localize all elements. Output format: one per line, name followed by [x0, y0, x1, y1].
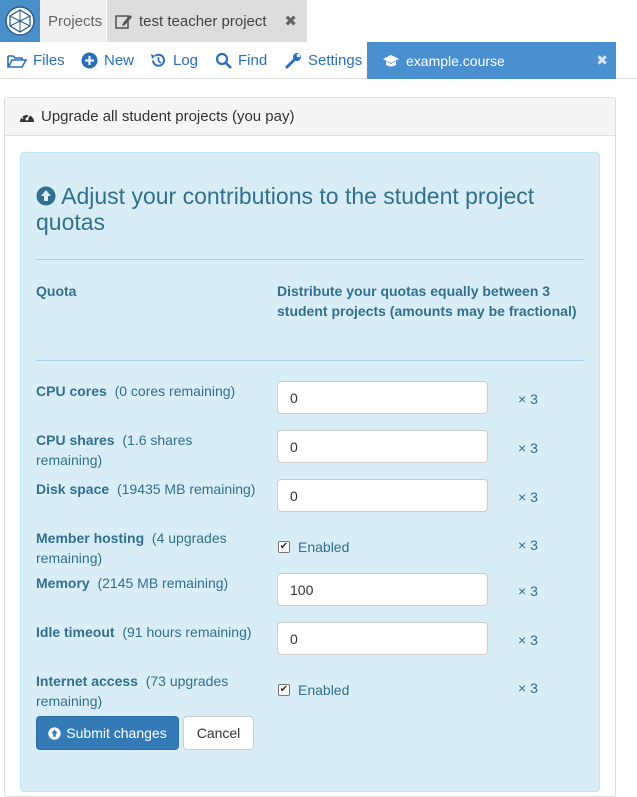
- multiplier: × 3: [518, 680, 538, 696]
- tab-projects[interactable]: Projects: [40, 0, 106, 42]
- quota-name: Disk space: [36, 481, 110, 497]
- tab-active-file[interactable]: example.course ✖: [367, 42, 616, 79]
- nav-find-label: Find: [238, 52, 268, 69]
- edit-icon: [115, 15, 132, 29]
- cocalc-logo-icon: [5, 6, 35, 36]
- nav-new[interactable]: New: [81, 42, 134, 79]
- col-quota-header: Quota: [36, 283, 77, 299]
- panel-heading-label: Upgrade all student projects (you pay): [41, 108, 295, 125]
- nav-new-label: New: [104, 52, 135, 69]
- checkbox-label: Enabled: [298, 539, 350, 555]
- internet-access-checkbox-wrap: ✔ Enabled: [278, 682, 349, 698]
- cpu-cores-input[interactable]: [277, 381, 488, 414]
- tab-project[interactable]: test teacher project ✖: [107, 0, 307, 42]
- dashboard-icon: [20, 111, 34, 122]
- close-icon[interactable]: ✖: [596, 52, 608, 69]
- quota-remaining: (19435 MB remaining): [116, 481, 256, 497]
- nav-settings[interactable]: Settings: [285, 42, 362, 79]
- graduation-cap-icon: [383, 54, 399, 66]
- quota-name: Internet access: [36, 673, 138, 689]
- quota-name: CPU shares: [36, 432, 115, 448]
- quota-name: Member hosting: [36, 530, 145, 546]
- quota-name: Memory: [36, 575, 90, 591]
- quota-label-internet-access: Internet access (73 upgrades remaining): [36, 671, 256, 711]
- plus-circle-icon: [81, 52, 98, 69]
- idle-timeout-input[interactable]: [277, 622, 488, 655]
- nav-files-label: Files: [33, 52, 65, 69]
- quota-name: CPU cores: [36, 383, 107, 399]
- form-title-text: Adjust your contributions to the student…: [36, 183, 535, 235]
- quota-remaining: (91 hours remaining): [122, 624, 252, 640]
- multiplier: × 3: [518, 583, 538, 599]
- multiplier: × 3: [518, 632, 538, 648]
- logo[interactable]: [0, 0, 40, 42]
- tab-projects-label: Projects: [48, 12, 103, 30]
- panel-heading: Upgrade all student projects (you pay): [5, 98, 615, 136]
- submit-changes-label: Submit changes: [66, 725, 167, 741]
- nav-log[interactable]: Log: [150, 42, 198, 79]
- internet-access-checkbox[interactable]: ✔: [278, 684, 290, 696]
- nav-settings-label: Settings: [308, 52, 363, 69]
- submit-changes-button[interactable]: Submit changes: [36, 716, 179, 750]
- folder-open-icon: [7, 54, 27, 68]
- multiplier: × 3: [518, 391, 538, 407]
- nav-find[interactable]: Find: [215, 42, 267, 79]
- divider: [36, 259, 585, 260]
- multiplier: × 3: [518, 537, 538, 553]
- quota-label-idle-timeout: Idle timeout (91 hours remaining): [36, 622, 256, 642]
- quota-remaining: (2145 MB remaining): [97, 575, 229, 591]
- col-distribute-header: Distribute your quotas equally between 3…: [277, 283, 577, 319]
- tab-active-file-label: example.course: [406, 52, 505, 69]
- tab-project-label: test teacher project: [139, 12, 267, 30]
- nav-files[interactable]: Files: [7, 42, 65, 79]
- disk-space-input[interactable]: [277, 479, 488, 512]
- checkbox-label: Enabled: [298, 682, 350, 698]
- quota-label-member-hosting: Member hosting (4 upgrades remaining): [36, 528, 256, 568]
- wrench-icon: [285, 53, 301, 69]
- top-bar: Projects test teacher project ✖: [0, 0, 637, 42]
- quota-label-cpu-cores: CPU cores (0 cores remaining): [36, 381, 256, 401]
- cancel-button[interactable]: Cancel: [183, 716, 254, 750]
- history-icon: [151, 53, 165, 67]
- multiplier: × 3: [518, 440, 538, 456]
- close-icon[interactable]: ✖: [284, 12, 297, 30]
- member-hosting-checkbox-wrap: ✔ Enabled: [278, 539, 349, 555]
- member-hosting-checkbox[interactable]: ✔: [278, 541, 290, 553]
- quota-remaining: (0 cores remaining): [114, 383, 236, 399]
- quota-label-cpu-shares: CPU shares (1.6 shares remaining): [36, 430, 256, 470]
- cancel-label: Cancel: [196, 725, 241, 741]
- divider: [36, 360, 585, 361]
- memory-input[interactable]: [277, 573, 488, 606]
- quota-name: Idle timeout: [36, 624, 115, 640]
- quota-label-memory: Memory (2145 MB remaining): [36, 573, 256, 593]
- quota-form: Adjust your contributions to the student…: [20, 152, 600, 792]
- arrow-circle-up-icon: [48, 726, 61, 740]
- form-title: Adjust your contributions to the student…: [36, 183, 581, 235]
- quota-label-disk-space: Disk space (19435 MB remaining): [36, 479, 256, 499]
- nav-log-label: Log: [173, 52, 199, 69]
- arrow-circle-up-icon: [36, 186, 56, 206]
- search-icon: [215, 52, 232, 69]
- multiplier: × 3: [518, 489, 538, 505]
- cpu-shares-input[interactable]: [277, 430, 488, 463]
